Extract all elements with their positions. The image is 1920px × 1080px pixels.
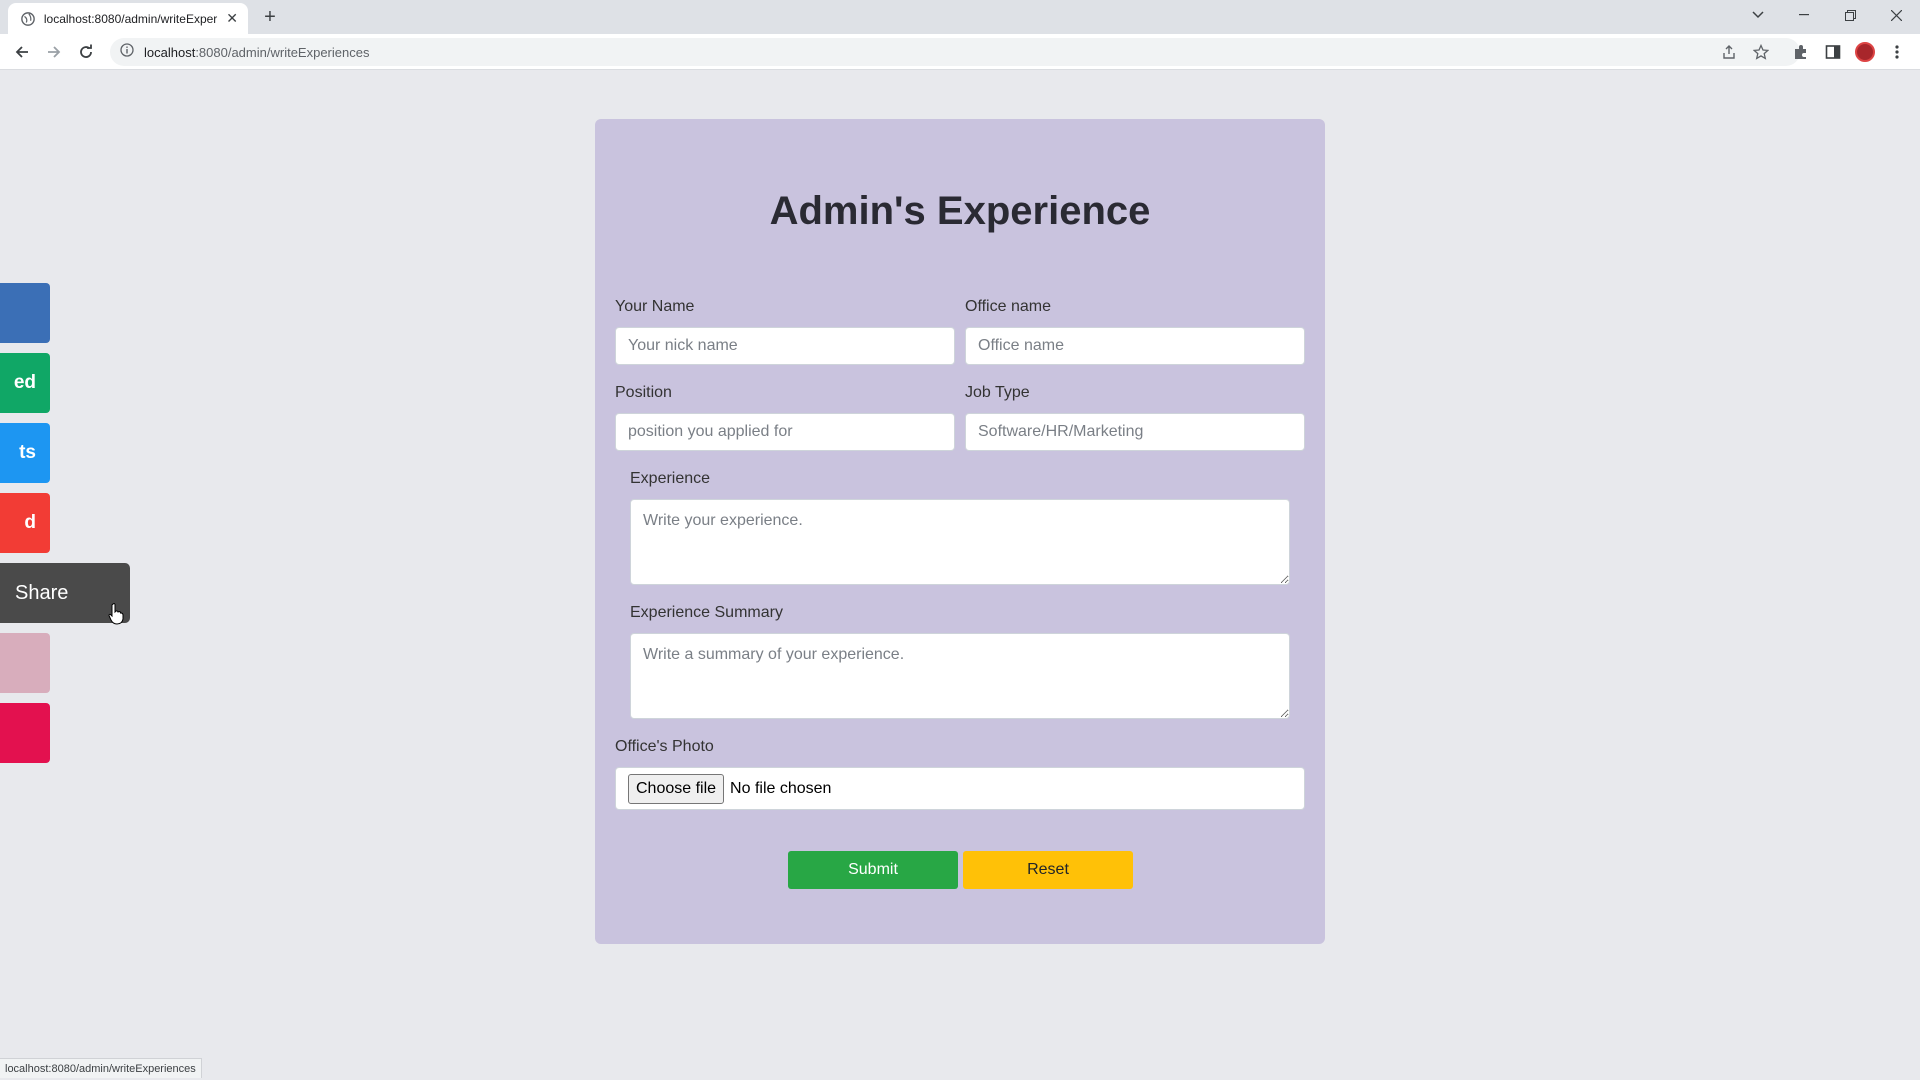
share-button-facebook[interactable]	[0, 283, 50, 343]
choose-file-button[interactable]: Choose file	[628, 773, 725, 804]
side-panel-icon[interactable]	[1822, 41, 1844, 63]
office-name-input[interactable]	[965, 327, 1305, 365]
hand-cursor-icon	[108, 603, 124, 625]
share-button-label: Share	[15, 581, 69, 604]
share-button-crimson[interactable]	[0, 703, 50, 763]
status-bubble: localhost:8080/admin/writeExperiences	[0, 1058, 202, 1078]
share-button-blue[interactable]: ts	[0, 423, 50, 483]
your-name-input[interactable]	[615, 327, 955, 365]
position-input[interactable]	[615, 413, 955, 451]
profile-avatar[interactable]	[1854, 41, 1876, 63]
tab-search-icon[interactable]	[1736, 0, 1780, 30]
close-window-icon[interactable]	[1874, 0, 1918, 30]
browser-toolbar: localhost:8080/admin/writeExperiences	[0, 34, 1920, 70]
browser-menu-icon[interactable]	[1886, 41, 1908, 63]
forward-arrow-icon[interactable]	[42, 40, 66, 64]
experience-summary-label: Experience Summary	[630, 604, 783, 621]
experience-summary-textarea[interactable]	[630, 633, 1290, 719]
submit-button[interactable]: Submit	[788, 851, 958, 889]
job-type-input[interactable]	[965, 413, 1305, 451]
tab-title: localhost:8080/admin/writeExper	[43, 11, 218, 26]
share-button-label: ts	[19, 442, 36, 463]
share-button-label: ed	[13, 372, 36, 393]
share-button-label: d	[24, 512, 36, 533]
office-photo-file-input[interactable]: Choose file No file chosen	[615, 767, 1305, 810]
file-status-text: No file chosen	[730, 779, 832, 797]
url-text: localhost:8080/admin/writeExperiences	[144, 44, 370, 60]
info-icon[interactable]	[120, 42, 134, 62]
experience-form-card: Admin's Experience Your Name Office name…	[595, 119, 1325, 944]
share-button-pink[interactable]	[0, 633, 50, 693]
extensions-puzzle-icon[interactable]	[1790, 41, 1812, 63]
reset-button[interactable]: Reset	[963, 851, 1133, 889]
job-type-label: Job Type	[965, 384, 1030, 401]
browser-tab[interactable]: localhost:8080/admin/writeExper ✕	[8, 3, 248, 34]
minimize-icon[interactable]	[1782, 0, 1826, 30]
share-button-green[interactable]: ed	[0, 353, 50, 413]
bookmark-star-icon[interactable]	[1750, 41, 1772, 63]
browser-tab-strip: localhost:8080/admin/writeExper ✕ +	[0, 0, 1920, 34]
new-tab-icon[interactable]: +	[258, 5, 282, 29]
page-title: Admin's Experience	[769, 189, 1151, 233]
reload-icon[interactable]	[74, 40, 98, 64]
address-bar[interactable]: localhost:8080/admin/writeExperiences	[110, 38, 1800, 66]
office-name-label: Office name	[965, 298, 1051, 315]
share-page-icon[interactable]	[1718, 41, 1740, 63]
your-name-label: Your Name	[615, 298, 695, 315]
experience-label: Experience	[630, 470, 711, 487]
close-tab-icon[interactable]: ✕	[226, 10, 238, 27]
restore-icon[interactable]	[1828, 0, 1872, 30]
experience-textarea[interactable]	[630, 499, 1290, 585]
office-photo-label: Office's Photo	[615, 738, 714, 755]
back-arrow-icon[interactable]	[10, 40, 34, 64]
share-button-red[interactable]: d	[0, 493, 50, 553]
position-label: Position	[615, 384, 672, 401]
globe-icon	[20, 11, 36, 27]
